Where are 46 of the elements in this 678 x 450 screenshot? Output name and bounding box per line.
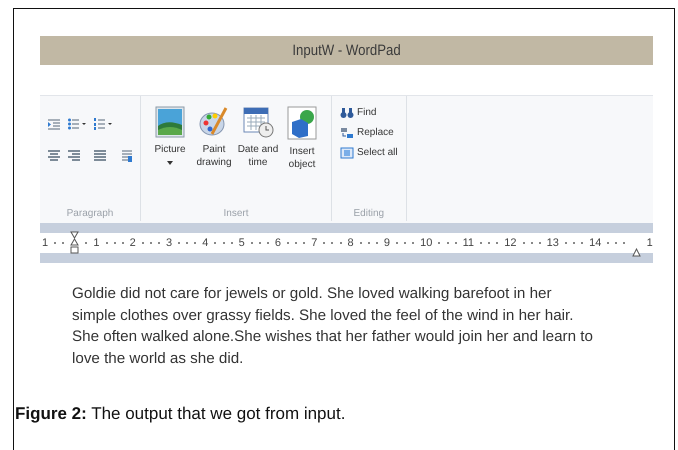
ribbon-button[interactable]: Paint drawing [193,106,235,171]
ruler-number: 8 [348,237,354,249]
ruler-number: 7 [311,237,318,249]
ruler-number: 1 [42,237,48,249]
ruler-number: 6 [274,237,282,249]
numbered-list-icon [94,118,112,130]
palette-brush-icon [198,106,230,138]
binoculars-icon [340,106,354,118]
ruler-number: 12 [504,237,516,249]
ruler-number: 4 [202,237,208,249]
text-line: simple clothes over grassy fields. She loved the feel of the wind in her hair. [72,306,574,326]
ruler-number: 1 [93,237,100,249]
ribbon-button[interactable]: Date and time [237,106,279,171]
group-label: Editing [352,207,386,221]
paragraph-settings-icon [120,150,132,162]
calendar-clock-icon [242,106,274,138]
ribbon-command[interactable]: Select all [340,146,398,159]
ruler-number: 13 [546,237,559,249]
ruler-number: 10 [420,237,432,249]
ribbon-command[interactable]: Replace [340,126,398,139]
window-title: InputW - WordPad [292,42,401,59]
ruler-number: 2 [130,237,136,249]
ruler-number: 9 [384,237,390,249]
justify-icon [94,150,106,162]
group-label: Paragraph [66,207,114,221]
text-line: love the world as she did. [72,348,244,368]
ruler-number: 14 [589,237,602,249]
ribbon-button[interactable]: Picture [149,106,191,171]
indent-icon [48,118,60,130]
text-line: Goldie did not care for jewels or gold. She loved walking barefoot in her [72,284,553,304]
bullet-list-icon [68,118,86,130]
align-center-icon [48,150,60,162]
figure-caption: Figure 2: The output that we got from input. [15,404,346,424]
ruler-number: 1 [646,237,653,249]
align-right-icon [68,150,80,162]
indent-marker-icon[interactable] [70,231,80,255]
ruler-number: 5 [238,237,245,249]
select-all-icon [340,146,354,158]
ribbon-button[interactable]: Insert object [281,106,323,171]
ruler-number: 3 [166,237,172,249]
landscape-picture-icon [155,106,185,138]
ruler-number: 11 [462,237,474,249]
ribbon-command[interactable]: Find [340,106,398,119]
group-label: Insert [222,207,250,221]
text-line: She often walked alone.She wishes that her father would join her and learn to [72,327,594,347]
replace-icon [340,126,354,138]
